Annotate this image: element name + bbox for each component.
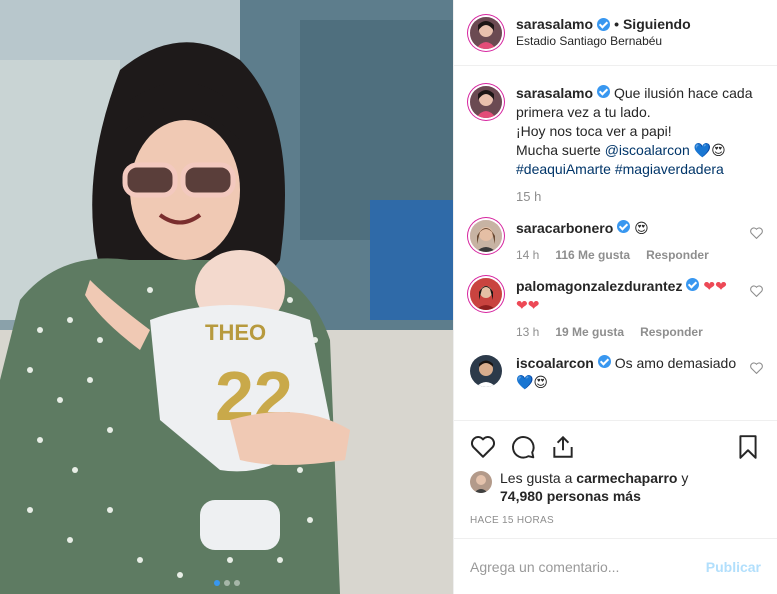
comment-item: palomagonzalezdurantez ❤❤ ❤❤ 13 h 19 Me …	[470, 277, 763, 339]
caption-text: Mucha suerte	[516, 142, 601, 158]
commenter-avatar[interactable]	[470, 220, 502, 252]
comments-section: sarasalamo Que ilusión hace cada primera…	[454, 66, 777, 420]
jersey-name: THEO	[205, 320, 266, 345]
like-comment-heart-icon[interactable]	[750, 362, 763, 374]
commenter-username[interactable]: saracarbonero	[516, 220, 613, 236]
carousel-dot	[233, 580, 240, 586]
hashtag-link[interactable]: #magiaverdadera	[615, 161, 724, 177]
likes-count[interactable]: 74,980 personas más	[500, 488, 641, 504]
share-icon[interactable]	[550, 434, 576, 460]
caption-avatar[interactable]	[470, 86, 502, 118]
comment-likes[interactable]: 19 Me gusta	[555, 325, 624, 339]
publish-button[interactable]: Publicar	[706, 559, 761, 575]
caption-emojis: 💙😍	[693, 142, 726, 158]
comment-time[interactable]: 13 h	[516, 325, 539, 339]
comment-item: saracarbonero 😍 14 h 116 Me gusta Respon…	[470, 219, 763, 262]
post-header: sarasalamo • Siguiendo Estadio Santiago …	[454, 0, 777, 66]
verified-badge-icon	[597, 17, 611, 31]
caption-text: Que ilusión hace cada	[613, 85, 753, 101]
commenter-avatar[interactable]	[470, 355, 502, 387]
comment-bubble-icon[interactable]	[510, 434, 536, 460]
liker-username[interactable]: carmechaparro	[576, 470, 677, 486]
header-separator: •	[614, 15, 619, 32]
follow-status-button[interactable]: Siguiendo	[623, 16, 691, 33]
caption-text: ¡Hoy nos toca ver a papi!	[516, 123, 672, 139]
caption-username[interactable]: sarasalamo	[516, 85, 593, 101]
post-photo[interactable]: THEO 22	[0, 0, 453, 594]
photo-illustration: THEO 22	[0, 0, 453, 594]
comment-text: ❤❤	[703, 278, 727, 294]
reply-button[interactable]: Responder	[640, 325, 703, 339]
post-timestamp[interactable]: HACE 15 HORAS	[470, 515, 761, 526]
carousel-dots	[213, 580, 240, 586]
bookmark-icon[interactable]	[735, 434, 761, 460]
commenter-username[interactable]: iscoalarcon	[516, 355, 594, 371]
likes-prefix: Les gusta a	[500, 470, 573, 486]
comment-text: ❤❤	[516, 297, 540, 313]
comment-likes[interactable]: 116 Me gusta	[555, 248, 630, 262]
verified-badge-icon	[617, 220, 631, 233]
post-actions: Les gusta a carmechaparro y 74,980 perso…	[454, 420, 777, 526]
comment-text: Os amo demasiado	[614, 355, 737, 371]
mention-link[interactable]: @iscoalarcon	[605, 142, 690, 158]
post-location[interactable]: Estadio Santiago Bernabéu	[516, 33, 691, 50]
author-username[interactable]: sarasalamo	[516, 16, 593, 33]
add-comment-bar: Publicar	[454, 538, 777, 594]
liker-avatar[interactable]	[470, 471, 492, 493]
comment-time[interactable]: 14 h	[516, 248, 539, 262]
reply-button[interactable]: Responder	[646, 248, 709, 262]
post-caption: sarasalamo Que ilusión hace cada primera…	[470, 84, 761, 179]
comment-text: 💙😍	[516, 374, 549, 390]
caption-time[interactable]: 15 h	[516, 189, 761, 204]
like-heart-icon[interactable]	[470, 434, 496, 460]
verified-badge-icon	[597, 355, 611, 368]
commenter-username[interactable]: palomagonzalezdurantez	[516, 278, 682, 294]
carousel-dot	[223, 580, 230, 586]
comment-input[interactable]	[470, 558, 706, 575]
like-comment-heart-icon[interactable]	[750, 285, 763, 297]
comment-text: 😍	[634, 220, 649, 236]
verified-badge-icon	[597, 85, 611, 98]
verified-badge-icon	[686, 278, 700, 291]
like-comment-heart-icon[interactable]	[750, 227, 763, 239]
likes-summary: Les gusta a carmechaparro y 74,980 perso…	[470, 469, 761, 505]
hashtag-link[interactable]: #deaquiAmarte	[516, 161, 611, 177]
carousel-dot	[213, 580, 220, 586]
caption-text: primera vez a tu lado.	[516, 104, 651, 120]
instagram-post: THEO 22 sarasalamo • Siguiendo Estadio S…	[0, 0, 777, 594]
post-side-panel: sarasalamo • Siguiendo Estadio Santiago …	[453, 0, 777, 594]
comment-item: iscoalarcon Os amo demasiado 💙😍	[470, 354, 763, 392]
likes-conjunction: y	[681, 470, 689, 486]
author-avatar[interactable]	[470, 16, 502, 49]
commenter-avatar[interactable]	[470, 278, 502, 310]
